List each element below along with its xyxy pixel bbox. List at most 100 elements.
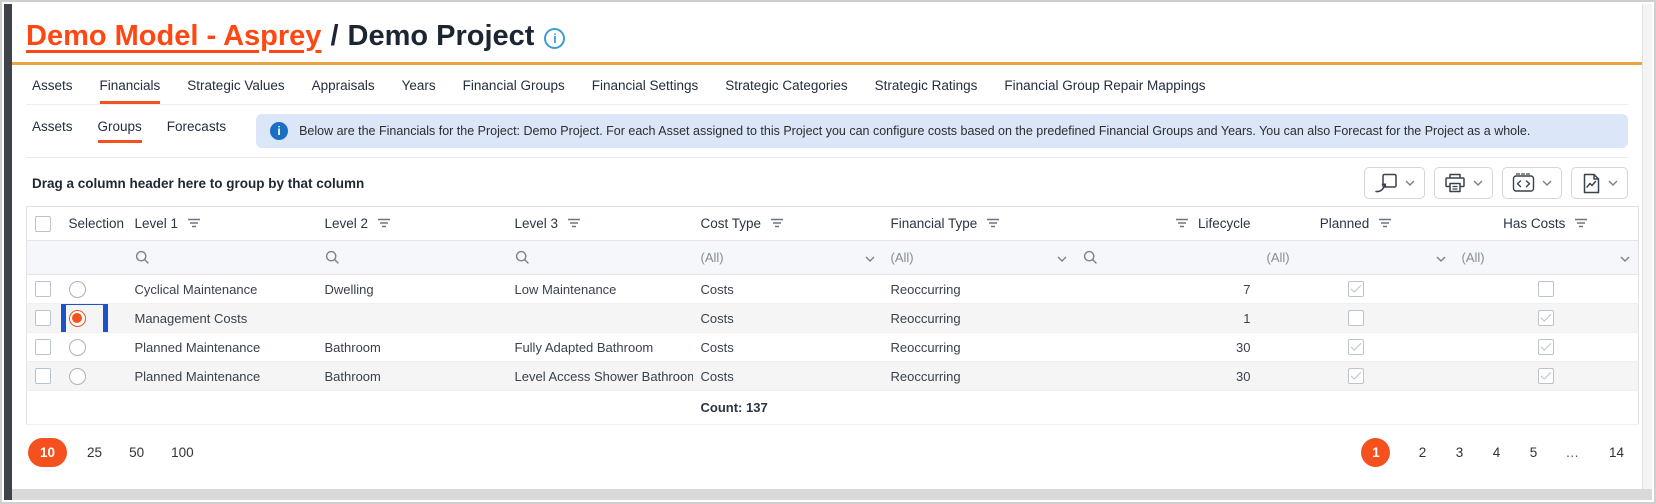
select-all-checkbox[interactable]: [35, 216, 51, 232]
header-filter-icon[interactable]: [986, 216, 1000, 231]
has-costs-checkbox: [1538, 281, 1554, 297]
export-selected-icon: [1374, 173, 1398, 193]
header-filter-icon[interactable]: [377, 216, 391, 231]
level1-search-input[interactable]: [135, 250, 309, 265]
header-filter-icon[interactable]: [187, 216, 201, 231]
page-3[interactable]: 3: [1454, 445, 1464, 460]
info-icon: [270, 122, 288, 140]
planned-checkbox: [1348, 339, 1364, 355]
page-size-25[interactable]: 25: [80, 439, 109, 466]
chevron-down-icon: [1542, 180, 1552, 186]
header-row: Selection Level 1 Level 2 Level 3 Cost T…: [27, 207, 1639, 241]
page-content: Demo Model - Asprey / Demo Project Asset…: [12, 4, 1642, 489]
has-costs-filter-dropdown[interactable]: (All): [1462, 250, 1631, 265]
subtab-groups[interactable]: Groups: [98, 119, 142, 143]
chevron-down-icon: [865, 250, 875, 265]
toolbar-buttons: [1364, 167, 1628, 199]
cost-type-filter-dropdown[interactable]: (All): [701, 250, 875, 265]
page-size-50[interactable]: 50: [122, 439, 151, 466]
chevron-down-icon: [1405, 180, 1415, 186]
tab-financial-group-repair-mappings[interactable]: Financial Group Repair Mappings: [1004, 78, 1205, 104]
title-separator: /: [330, 20, 338, 53]
page-navigator: 1 2 3 4 5 … 14: [1361, 438, 1624, 467]
level3-search-input[interactable]: [515, 250, 685, 265]
row-checkbox[interactable]: [35, 368, 51, 384]
project-info-icon[interactable]: [544, 28, 565, 49]
chevron-down-icon: [1473, 180, 1483, 186]
page-14[interactable]: 14: [1609, 445, 1624, 460]
row-checkbox[interactable]: [35, 310, 51, 326]
export-code-button[interactable]: [1502, 167, 1562, 199]
column-header-level1: Level 1: [135, 216, 179, 231]
info-banner: Below are the Financials for the Project…: [256, 114, 1628, 148]
lifecycle-search-input[interactable]: [1083, 250, 1251, 265]
tab-assets[interactable]: Assets: [32, 78, 73, 104]
planned-checkbox: [1348, 368, 1364, 384]
header-filter-icon[interactable]: [1175, 216, 1189, 231]
print-icon: [1444, 173, 1466, 193]
planned-filter-dropdown[interactable]: (All): [1267, 250, 1446, 265]
planned-checkbox: [1348, 310, 1364, 326]
print-button[interactable]: [1434, 167, 1493, 199]
main-tab-bar: Assets Financials Strategic Values Appra…: [26, 65, 1628, 105]
tab-years[interactable]: Years: [402, 78, 436, 104]
column-header-cost-type: Cost Type: [701, 216, 762, 231]
info-banner-text: Below are the Financials for the Project…: [299, 124, 1530, 138]
has-costs-checkbox: [1538, 368, 1554, 384]
table-row: Cyclical Maintenance Dwelling Low Mainte…: [27, 275, 1639, 304]
tab-financial-groups[interactable]: Financial Groups: [463, 78, 565, 104]
tab-strategic-ratings[interactable]: Strategic Ratings: [875, 78, 978, 104]
table-row: Planned Maintenance Bathroom Level Acces…: [27, 362, 1639, 391]
page-size-100[interactable]: 100: [164, 439, 201, 466]
tab-strategic-categories[interactable]: Strategic Categories: [725, 78, 847, 104]
financial-type-filter-dropdown[interactable]: (All): [891, 250, 1067, 265]
export-code-icon: [1512, 173, 1535, 193]
chevron-down-icon: [1436, 250, 1446, 265]
export-file-button[interactable]: [1571, 167, 1628, 199]
window-left-edge: [4, 4, 12, 500]
row-selection-radio[interactable]: [69, 339, 86, 356]
grid-toolbar: Drag a column header here to group by th…: [26, 158, 1628, 206]
row-checkbox[interactable]: [35, 339, 51, 355]
subtab-assets[interactable]: Assets: [32, 119, 73, 143]
page-size-10[interactable]: 10: [28, 438, 67, 467]
row-selection-radio[interactable]: [69, 368, 86, 385]
page-5[interactable]: 5: [1528, 445, 1538, 460]
column-header-selection: Selection: [69, 216, 125, 231]
page-size-selector: 10 25 50 100: [28, 438, 201, 467]
subtab-forecasts[interactable]: Forecasts: [167, 119, 226, 143]
row-selection-radio[interactable]: [69, 281, 86, 298]
tab-strategic-values[interactable]: Strategic Values: [187, 78, 284, 104]
header-filter-icon[interactable]: [770, 216, 784, 231]
page-1[interactable]: 1: [1361, 438, 1390, 467]
row-selection-radio[interactable]: [69, 310, 86, 327]
level2-search-input[interactable]: [325, 250, 499, 265]
row-checkbox[interactable]: [35, 281, 51, 297]
tab-financials[interactable]: Financials: [100, 78, 161, 104]
scrollbar-track[interactable]: [1642, 4, 1652, 489]
chevron-down-icon: [1620, 250, 1630, 265]
header-filter-icon[interactable]: [567, 216, 581, 231]
tab-financial-settings[interactable]: Financial Settings: [592, 78, 699, 104]
column-header-has-costs: Has Costs: [1503, 216, 1565, 231]
page-4[interactable]: 4: [1491, 445, 1501, 460]
sub-tab-bar: Assets Groups Forecasts: [32, 119, 226, 143]
column-header-planned: Planned: [1320, 216, 1370, 231]
financials-grid: Selection Level 1 Level 2 Level 3 Cost T…: [26, 206, 1639, 425]
column-header-level3: Level 3: [515, 216, 559, 231]
page-2[interactable]: 2: [1417, 445, 1427, 460]
export-file-icon: [1581, 173, 1601, 194]
column-header-lifecycle: Lifecycle: [1198, 216, 1251, 231]
model-link[interactable]: Demo Model - Asprey: [26, 20, 321, 53]
group-by-panel: Drag a column header here to group by th…: [26, 176, 364, 191]
tab-appraisals[interactable]: Appraisals: [312, 78, 375, 104]
column-header-financial-type: Financial Type: [891, 216, 978, 231]
header-filter-icon[interactable]: [1574, 216, 1588, 231]
table-row: Management Costs Costs Reoccurring 1: [27, 304, 1639, 333]
table-row: Planned Maintenance Bathroom Fully Adapt…: [27, 333, 1639, 362]
chevron-down-icon: [1608, 180, 1618, 186]
page-ellipsis: …: [1565, 445, 1582, 460]
page-header: Demo Model - Asprey / Demo Project: [26, 4, 1628, 56]
header-filter-icon[interactable]: [1378, 216, 1392, 231]
export-selected-button[interactable]: [1364, 167, 1425, 199]
